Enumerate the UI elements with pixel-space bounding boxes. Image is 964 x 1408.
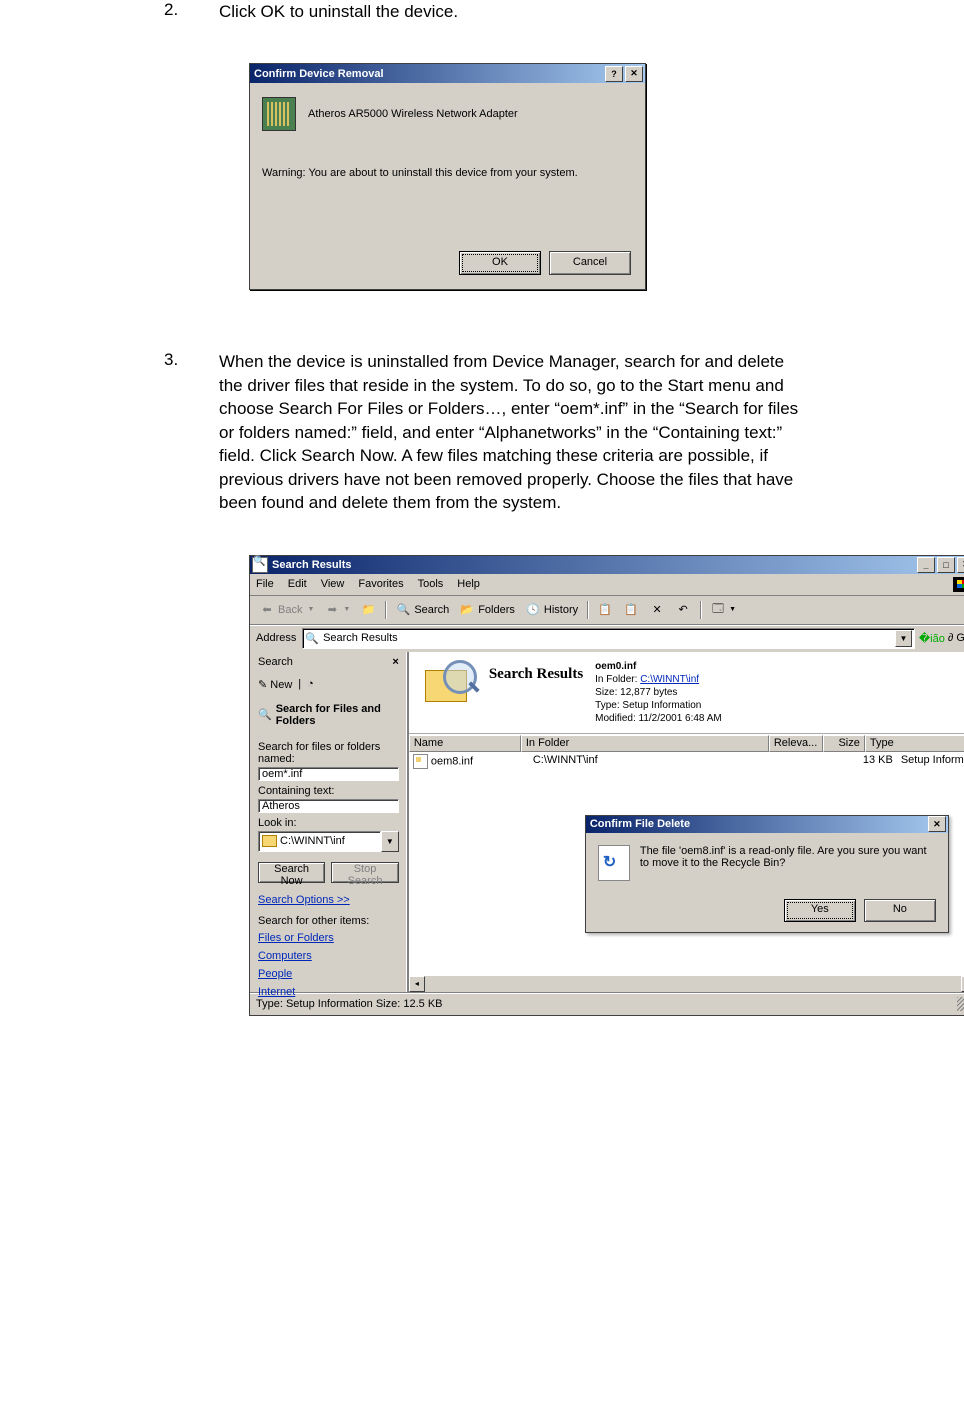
menu-help[interactable]: Help bbox=[457, 578, 480, 590]
horizontal-scrollbar[interactable]: ◂ ▸ bbox=[409, 976, 964, 992]
search-pane: Search × ✎ New | ◔ 🔍 Search for Files an… bbox=[250, 652, 409, 992]
results-pane: Search Results oem0.inf In Folder: C:\WI… bbox=[409, 652, 964, 992]
network-adapter-icon bbox=[262, 97, 296, 131]
search-icon bbox=[252, 557, 268, 573]
search-options-link[interactable]: Search Options >> bbox=[258, 894, 399, 906]
scroll-left-button[interactable]: ◂ bbox=[409, 976, 425, 992]
maximize-button[interactable]: □ bbox=[937, 557, 955, 573]
chevron-down-icon[interactable]: ▼ bbox=[381, 831, 399, 852]
col-folder[interactable]: In Folder bbox=[521, 735, 769, 752]
toolbar: ⬅Back▼ ➡▼ 📁 🔍Search 📂Folders 🕓History 📋 … bbox=[250, 595, 964, 625]
forward-button[interactable]: ➡▼ bbox=[321, 601, 353, 619]
chevron-down-icon[interactable]: ▼ bbox=[895, 630, 912, 647]
link-internet[interactable]: Internet bbox=[258, 986, 399, 998]
new-search-button[interactable]: ✎ New bbox=[258, 678, 292, 691]
address-input[interactable]: 🔍 Search Results ▼ bbox=[302, 628, 915, 649]
window-title: Search Results bbox=[272, 559, 915, 571]
magnifier-icon: 🔍 bbox=[258, 708, 272, 722]
move-to-button[interactable]: 📋 bbox=[594, 601, 616, 619]
step-number: 3. bbox=[34, 350, 219, 514]
customize-button[interactable]: ◔ bbox=[307, 678, 314, 690]
help-button[interactable]: ? bbox=[605, 66, 623, 82]
search-now-button[interactable]: Search Now bbox=[258, 862, 325, 883]
device-name: Atheros AR5000 Wireless Network Adapter bbox=[308, 108, 518, 120]
close-button[interactable]: ✕ bbox=[928, 816, 946, 832]
windows-flag-icon bbox=[953, 577, 964, 592]
link-people[interactable]: People bbox=[258, 968, 399, 980]
containing-label: Containing text: bbox=[258, 785, 399, 797]
close-button[interactable]: ✕ bbox=[957, 557, 964, 573]
folders-button[interactable]: 📂Folders bbox=[456, 601, 518, 619]
col-size[interactable]: Size bbox=[823, 735, 865, 752]
dialog-title: Confirm Device Removal bbox=[254, 68, 603, 80]
step-text: Click OK to uninstall the device. bbox=[219, 0, 930, 23]
col-relevance[interactable]: Releva... bbox=[769, 735, 823, 752]
col-type[interactable]: Type bbox=[865, 735, 964, 752]
named-input[interactable] bbox=[258, 767, 399, 781]
dialog-title: Confirm File Delete bbox=[590, 818, 926, 830]
step-number: 2. bbox=[34, 0, 219, 23]
folder-icon bbox=[262, 835, 277, 847]
address-bar: Address 🔍 Search Results ▼ �ião∂Go bbox=[250, 625, 964, 652]
back-button[interactable]: ⬅Back▼ bbox=[256, 601, 317, 619]
menu-favorites[interactable]: Favorites bbox=[358, 578, 403, 590]
col-name[interactable]: Name bbox=[409, 735, 521, 752]
search-section-heading: Search for Files and Folders bbox=[276, 703, 399, 727]
minimize-button[interactable]: _ bbox=[917, 557, 935, 573]
confirm-device-removal-dialog: Confirm Device Removal ? ✕ Atheros AR500… bbox=[249, 63, 646, 290]
views-button[interactable]: 🗔▼ bbox=[707, 601, 739, 619]
file-row[interactable]: oem8.inf C:\WINNT\inf 13 KB Setup Inform… bbox=[409, 752, 964, 771]
close-pane-button[interactable]: × bbox=[392, 656, 398, 668]
confirm-file-delete-dialog: Confirm File Delete ✕ The file 'oem8.inf… bbox=[585, 815, 949, 933]
results-heading: Search Results bbox=[489, 666, 583, 683]
stop-search-button[interactable]: Stop Search bbox=[331, 862, 399, 883]
up-button[interactable]: 📁 bbox=[357, 601, 379, 619]
dialog-message: The file 'oem8.inf' is a read-only file.… bbox=[640, 845, 936, 881]
address-label: Address bbox=[256, 632, 296, 644]
warning-text: Warning: You are about to uninstall this… bbox=[262, 167, 633, 179]
search-folder-icon bbox=[419, 660, 477, 704]
link-files-folders[interactable]: Files or Folders bbox=[258, 932, 399, 944]
status-text: Type: Setup Information Size: 12.5 KB bbox=[256, 998, 443, 1010]
named-label: Search for files or folders named: bbox=[258, 741, 399, 765]
step-text: When the device is uninstalled from Devi… bbox=[219, 350, 930, 514]
close-button[interactable]: ✕ bbox=[625, 66, 643, 82]
other-items-label: Search for other items: bbox=[258, 915, 399, 927]
menu-view[interactable]: View bbox=[321, 578, 345, 590]
cancel-button[interactable]: Cancel bbox=[549, 251, 631, 275]
selected-file-info: oem0.inf In Folder: C:\WINNT\inf Size: 1… bbox=[595, 660, 722, 725]
undo-button[interactable]: ↶ bbox=[672, 601, 694, 619]
menu-bar: File Edit View Favorites Tools Help bbox=[250, 574, 964, 595]
lookin-combo[interactable]: C:\WINNT\inf ▼ bbox=[258, 831, 399, 852]
file-list: oem8.inf C:\WINNT\inf 13 KB Setup Inform… bbox=[409, 752, 964, 976]
search-button[interactable]: 🔍Search bbox=[392, 601, 452, 619]
delete-button[interactable]: ✕ bbox=[646, 601, 668, 619]
ok-button[interactable]: OK bbox=[459, 251, 541, 275]
history-button[interactable]: 🕓History bbox=[522, 601, 581, 619]
link-computers[interactable]: Computers bbox=[258, 950, 399, 962]
menu-tools[interactable]: Tools bbox=[418, 578, 444, 590]
go-button[interactable]: �ião∂Go bbox=[919, 632, 964, 645]
search-results-window: Search Results _ □ ✕ File Edit View Favo… bbox=[249, 555, 964, 1016]
menu-edit[interactable]: Edit bbox=[288, 578, 307, 590]
menu-file[interactable]: File bbox=[256, 578, 274, 590]
document-recycle-icon bbox=[598, 845, 630, 881]
containing-input[interactable] bbox=[258, 799, 399, 813]
lookin-label: Look in: bbox=[258, 817, 399, 829]
column-headers: Name In Folder Releva... Size Type bbox=[409, 734, 964, 752]
inf-file-icon bbox=[413, 754, 428, 769]
yes-button[interactable]: Yes bbox=[784, 899, 856, 922]
no-button[interactable]: No bbox=[864, 899, 936, 922]
search-pane-title: Search bbox=[258, 656, 293, 668]
resize-grip[interactable] bbox=[957, 997, 964, 1011]
copy-to-button[interactable]: 📋 bbox=[620, 601, 642, 619]
